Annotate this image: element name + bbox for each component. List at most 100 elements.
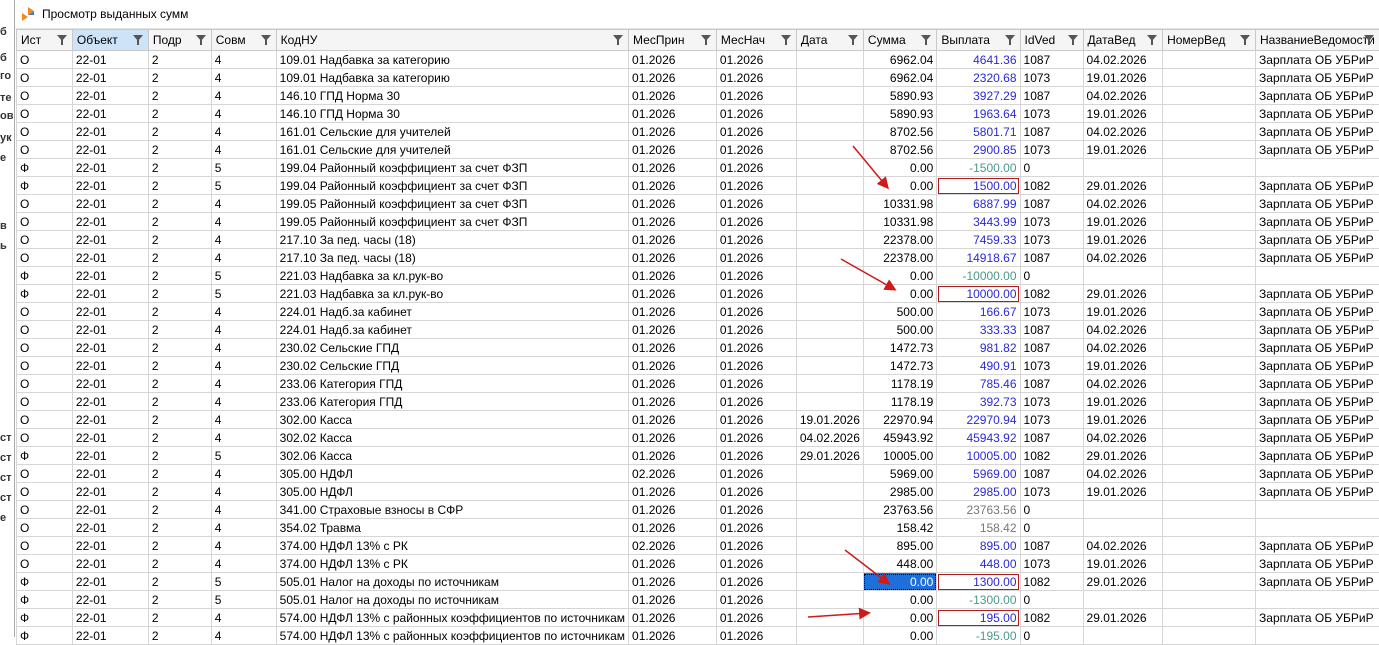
cell-vyplata[interactable]: -10000.00: [937, 267, 1020, 285]
cell-nomerved[interactable]: [1163, 591, 1256, 609]
cell-nomerved[interactable]: [1163, 429, 1256, 447]
column-header-object[interactable]: Объект: [72, 30, 148, 51]
cell-vyplata[interactable]: 45943.92: [937, 429, 1020, 447]
cell-podr[interactable]: 2: [148, 447, 211, 465]
cell-mesprin[interactable]: 01.2026: [629, 51, 717, 69]
cell-nazvanieved[interactable]: [1256, 267, 1379, 285]
cell-idved[interactable]: 1087: [1020, 123, 1083, 141]
cell-object[interactable]: 22-01: [72, 195, 148, 213]
cell-object[interactable]: 22-01: [72, 429, 148, 447]
cell-data[interactable]: 04.02.2026: [796, 429, 863, 447]
cell-object[interactable]: 22-01: [72, 267, 148, 285]
column-header-sovm[interactable]: Совм: [211, 30, 276, 51]
cell-object[interactable]: 22-01: [72, 51, 148, 69]
cell-kodnu[interactable]: 221.03 Надбавка за кл.рук-во: [276, 267, 628, 285]
cell-mesnach[interactable]: 01.2026: [716, 69, 796, 87]
cell-idved[interactable]: 1073: [1020, 555, 1083, 573]
cell-data[interactable]: [796, 177, 863, 195]
cell-nazvanieved[interactable]: Зарплата ОБ УБРиР: [1256, 195, 1379, 213]
cell-podr[interactable]: 2: [148, 519, 211, 537]
cell-vyplata[interactable]: 22970.94: [937, 411, 1020, 429]
cell-sovm[interactable]: 4: [211, 195, 276, 213]
cell-idved[interactable]: 1087: [1020, 321, 1083, 339]
filter-icon[interactable]: [1068, 35, 1078, 41]
cell-summa[interactable]: 10005.00: [863, 447, 936, 465]
cell-podr[interactable]: 2: [148, 249, 211, 267]
cell-podr[interactable]: 2: [148, 591, 211, 609]
cell-podr[interactable]: 2: [148, 267, 211, 285]
table-row[interactable]: О22-0124146.10 ГПД Норма 3001.202601.202…: [17, 105, 1379, 123]
cell-podr[interactable]: 2: [148, 123, 211, 141]
cell-ist[interactable]: Ф: [17, 591, 73, 609]
cell-summa[interactable]: 1472.73: [863, 339, 936, 357]
cell-ist[interactable]: О: [17, 393, 73, 411]
cell-sovm[interactable]: 4: [211, 375, 276, 393]
cell-mesnach[interactable]: 01.2026: [716, 447, 796, 465]
cell-nazvanieved[interactable]: Зарплата ОБ УБРиР: [1256, 375, 1379, 393]
cell-idved[interactable]: 1087: [1020, 339, 1083, 357]
cell-mesnach[interactable]: 01.2026: [716, 357, 796, 375]
cell-idved[interactable]: 1073: [1020, 69, 1083, 87]
cell-nomerved[interactable]: [1163, 609, 1256, 627]
cell-nomerved[interactable]: [1163, 321, 1256, 339]
cell-dataved[interactable]: 19.01.2026: [1083, 357, 1163, 375]
cell-idved[interactable]: 0: [1020, 591, 1083, 609]
cell-dataved[interactable]: 04.02.2026: [1083, 51, 1163, 69]
cell-kodnu[interactable]: 233.06 Категория ГПД: [276, 393, 628, 411]
cell-mesprin[interactable]: 01.2026: [629, 213, 717, 231]
cell-podr[interactable]: 2: [148, 501, 211, 519]
table-row[interactable]: О22-0124230.02 Сельские ГПД01.202601.202…: [17, 339, 1379, 357]
table-row[interactable]: Ф22-0125199.04 Районный коэффициент за с…: [17, 159, 1379, 177]
cell-nazvanieved[interactable]: Зарплата ОБ УБРиР: [1256, 213, 1379, 231]
cell-sovm[interactable]: 4: [211, 123, 276, 141]
cell-ist[interactable]: О: [17, 69, 73, 87]
cell-mesnach[interactable]: 01.2026: [716, 555, 796, 573]
cell-podr[interactable]: 2: [148, 609, 211, 627]
cell-podr[interactable]: 2: [148, 141, 211, 159]
table-row[interactable]: О22-0124217.10 За пед. часы (18)01.20260…: [17, 231, 1379, 249]
cell-mesprin[interactable]: 01.2026: [629, 501, 717, 519]
cell-idved[interactable]: 0: [1020, 501, 1083, 519]
cell-object[interactable]: 22-01: [72, 537, 148, 555]
cell-summa[interactable]: 5890.93: [863, 105, 936, 123]
cell-data[interactable]: [796, 267, 863, 285]
cell-object[interactable]: 22-01: [72, 177, 148, 195]
cell-mesprin[interactable]: 01.2026: [629, 393, 717, 411]
table-row[interactable]: Ф22-0125221.03 Надбавка за кл.рук-во01.2…: [17, 285, 1379, 303]
cell-object[interactable]: 22-01: [72, 141, 148, 159]
cell-mesprin[interactable]: 01.2026: [629, 357, 717, 375]
cell-object[interactable]: 22-01: [72, 357, 148, 375]
cell-mesprin[interactable]: 01.2026: [629, 609, 717, 627]
cell-sovm[interactable]: 4: [211, 483, 276, 501]
cell-mesnach[interactable]: 01.2026: [716, 519, 796, 537]
cell-nomerved[interactable]: [1163, 159, 1256, 177]
cell-kodnu[interactable]: 217.10 За пед. часы (18): [276, 249, 628, 267]
cell-mesnach[interactable]: 01.2026: [716, 177, 796, 195]
cell-idved[interactable]: 1073: [1020, 105, 1083, 123]
cell-ist[interactable]: О: [17, 321, 73, 339]
cell-dataved[interactable]: 29.01.2026: [1083, 573, 1163, 591]
cell-nazvanieved[interactable]: Зарплата ОБ УБРиР: [1256, 357, 1379, 375]
cell-object[interactable]: 22-01: [72, 393, 148, 411]
cell-mesnach[interactable]: 01.2026: [716, 267, 796, 285]
cell-object[interactable]: 22-01: [72, 519, 148, 537]
cell-nazvanieved[interactable]: [1256, 159, 1379, 177]
cell-podr[interactable]: 2: [148, 555, 211, 573]
cell-mesnach[interactable]: 01.2026: [716, 105, 796, 123]
cell-mesprin[interactable]: 01.2026: [629, 141, 717, 159]
cell-kodnu[interactable]: 199.04 Районный коэффициент за счет ФЗП: [276, 159, 628, 177]
title-bar[interactable]: Просмотр выданных сумм: [15, 0, 1379, 29]
cell-idved[interactable]: 1087: [1020, 429, 1083, 447]
cell-vyplata[interactable]: 7459.33: [937, 231, 1020, 249]
table-row[interactable]: О22-0124109.01 Надбавка за категорию01.2…: [17, 51, 1379, 69]
cell-ist[interactable]: О: [17, 213, 73, 231]
table-row[interactable]: О22-0124305.00 НДФЛ01.202601.20262985.00…: [17, 483, 1379, 501]
cell-mesprin[interactable]: 01.2026: [629, 375, 717, 393]
cell-mesprin[interactable]: 01.2026: [629, 573, 717, 591]
cell-kodnu[interactable]: 354.02 Травма: [276, 519, 628, 537]
cell-sovm[interactable]: 4: [211, 519, 276, 537]
cell-dataved[interactable]: [1083, 591, 1163, 609]
cell-mesnach[interactable]: 01.2026: [716, 87, 796, 105]
cell-vyplata[interactable]: 14918.67: [937, 249, 1020, 267]
cell-mesnach[interactable]: 01.2026: [716, 285, 796, 303]
